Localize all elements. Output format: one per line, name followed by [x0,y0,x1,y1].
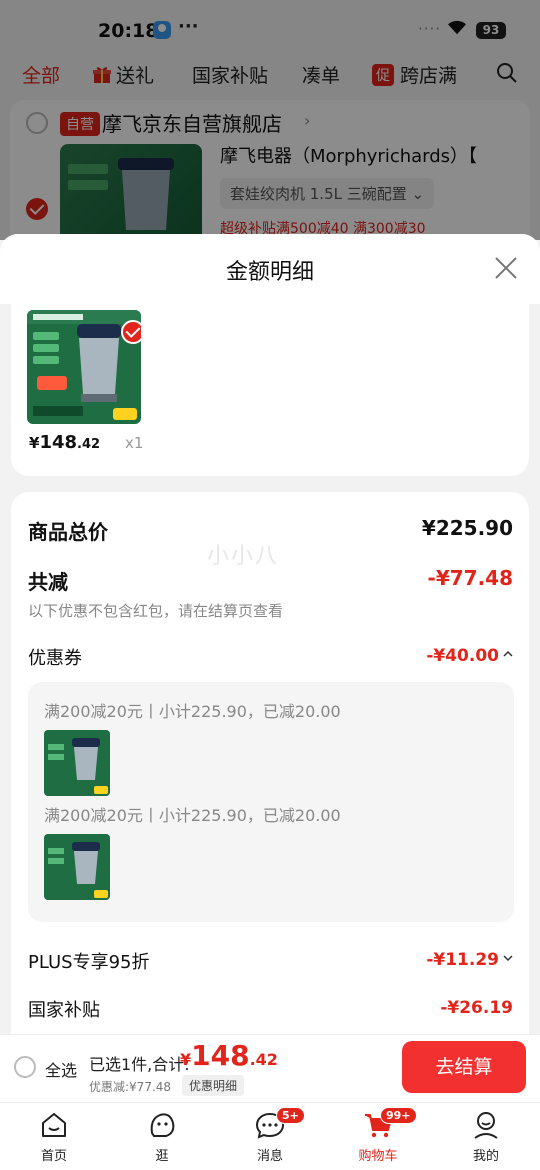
browse-icon [150,1113,175,1137]
nav-label-profile: 我的 [472,1149,499,1164]
message-badge: 5+ [276,1107,305,1124]
coupon-detail-box: 满200减20元丨小计225.90，已减20.00 满200减20元丨小计225… [28,682,514,922]
total-discount-value: -¥77.48 [427,566,513,590]
plus-discount-toggle[interactable]: -¥11.29 [426,950,513,970]
product-selected-check-icon [121,320,141,344]
nav-item-profile[interactable]: 我的 [446,1109,526,1164]
goods-total-label: 商品总价 [28,520,108,544]
coupon-toggle[interactable]: -¥40.00 [426,646,513,666]
selected-summary: 已选1件,合计: [89,1055,190,1074]
home-icon [42,1113,66,1137]
coupon-line: 满200减20元丨小计225.90，已减20.00 [44,702,341,721]
plus-discount-value: -¥11.29 [426,950,499,970]
total-discount-label: 共减 [28,570,68,594]
product-image[interactable] [27,310,141,424]
coupon-product-thumbnail [44,730,110,796]
product-price-decimal: .42 [77,437,101,452]
national-subsidy-label: 国家补贴 [28,1000,100,1021]
close-icon[interactable] [492,254,520,282]
coupon-line: 满200减20元丨小计225.90，已减20.00 [44,806,341,825]
sheet-header: 金额明细 [0,234,540,304]
discount-note: 以下优惠不包含红包，请在结算页查看 [28,602,284,620]
select-all-radio[interactable] [14,1056,36,1078]
profile-icon [474,1112,498,1139]
sheet-title: 金额明细 [225,260,314,285]
plus-discount-label: PLUS专享95折 [28,952,150,973]
goods-total-value: ¥225.90 [421,516,513,540]
product-quantity: x1 [125,434,144,452]
discount-amount: 优惠减:¥77.48 [89,1080,172,1094]
coupon-value: -¥40.00 [426,646,499,666]
cart-badge: 99+ [380,1107,417,1124]
nav-label-browse: 逛 [155,1149,169,1164]
nav-label-home: 首页 [40,1149,67,1164]
nav-item-browse[interactable]: 逛 [122,1109,202,1164]
national-subsidy-value: -¥26.19 [440,998,513,1018]
nav-item-messages[interactable]: 5+ 消息 [230,1107,310,1164]
coupon-label: 优惠券 [28,648,82,669]
bottom-navigation: 首页 逛 5+ 消息 99+ 购物车 我的 [0,1102,540,1170]
coupon-product-thumbnail [44,834,110,900]
watermark: 小小八 [207,544,280,569]
modal-overlay[interactable] [0,0,540,240]
selected-product-card: ¥148.42 x1 [11,304,529,476]
checkout-button[interactable]: 去结算 [402,1041,526,1093]
amount-breakdown-card: 小小八 商品总价 ¥225.90 共减 -¥77.48 以下优惠不包含红包，请在… [11,492,529,1034]
total-price-decimal: .42 [249,1050,278,1069]
discount-detail-button[interactable]: 优惠明细 [182,1075,245,1096]
total-price: ¥148.42 [180,1039,278,1072]
nav-label-cart: 购物车 [358,1149,398,1164]
nav-label-messages: 消息 [256,1149,283,1164]
chevron-up-icon [503,650,513,657]
nav-item-home[interactable]: 首页 [14,1109,94,1164]
amount-detail-sheet: 金额明细 ¥148.42 x1 小小八 商品总价 ¥225.90 共减 -¥77… [0,234,540,1034]
checkout-bar: 全选 已选1件,合计: ¥148.42 优惠减:¥77.48 优惠明细 去结算 [0,1034,540,1102]
nav-item-cart[interactable]: 99+ 购物车 [338,1107,418,1164]
product-price: ¥148.42 [29,432,100,453]
product-price-currency: ¥ [29,434,40,452]
product-price-integer: 148 [39,432,78,453]
total-price-integer: 148 [191,1039,250,1072]
total-price-currency: ¥ [180,1050,192,1069]
select-all-label[interactable]: 全选 [45,1057,77,1081]
chevron-down-icon [503,955,513,962]
